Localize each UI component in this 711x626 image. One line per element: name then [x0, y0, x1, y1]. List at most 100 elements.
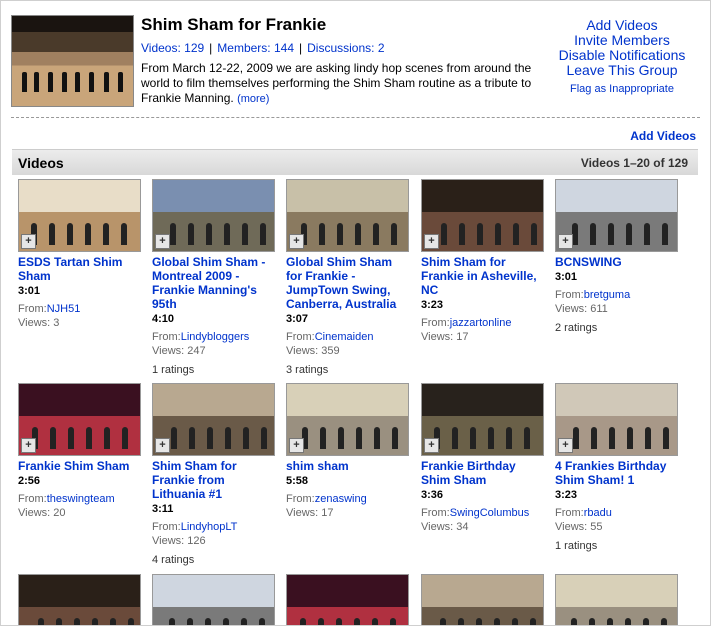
video-title-link[interactable]: Global Shim Sham for Frankie - JumpTown …	[286, 255, 410, 311]
uploader-link[interactable]: theswingteam	[47, 493, 115, 505]
discussions-count-link[interactable]: Discussions: 2	[307, 41, 384, 55]
add-to-quicklist-icon[interactable]: +	[424, 234, 439, 249]
video-thumbnail[interactable]: +	[555, 574, 678, 625]
video-thumbnail[interactable]: +	[152, 179, 275, 252]
video-thumbnail[interactable]: +	[555, 179, 678, 252]
video-duration: 3:01	[555, 271, 578, 283]
members-count-link[interactable]: Members: 144	[217, 41, 294, 55]
divider	[11, 117, 700, 118]
video-title-link[interactable]: Frankie Shim Sham	[18, 459, 142, 473]
video-uploader: From:theswingteam	[18, 492, 142, 506]
add-to-quicklist-icon[interactable]: +	[289, 438, 304, 453]
video-uploader: From:bretguma	[555, 288, 679, 302]
add-to-quicklist-icon[interactable]: +	[558, 234, 573, 249]
video-item: + ESDS Tartan Shim Sham 3:01 From:NJH51 View…	[18, 179, 142, 330]
uploader-link[interactable]: LindyhopLT	[181, 521, 238, 533]
videos-section-header: Videos Videos 1–20 of 129	[12, 149, 698, 175]
video-views: Views: 126	[152, 534, 276, 548]
video-item: +	[555, 574, 679, 625]
video-item: + Global Shim Sham - Montreal 2009 - Fran…	[152, 179, 276, 376]
video-item: +	[286, 574, 410, 625]
video-item: + shim sham 5:58 From:zenaswing Views: 17	[286, 383, 410, 520]
video-ratings: 4 ratings	[152, 554, 195, 566]
video-views: Views: 247	[152, 344, 276, 358]
views-label: Views:	[555, 303, 588, 315]
video-thumbnail[interactable]: +	[152, 383, 275, 456]
video-thumbnail[interactable]: +	[421, 383, 544, 456]
group-thumbnail[interactable]	[11, 15, 134, 107]
views-count: 359	[321, 345, 340, 357]
video-title-link[interactable]: shim sham	[286, 459, 410, 473]
video-uploader: From:jazzartonline	[421, 316, 545, 330]
video-thumbnail[interactable]: +	[152, 574, 275, 625]
views-count: 611	[590, 303, 608, 315]
uploader-link[interactable]: bretguma	[584, 289, 630, 301]
uploader-link[interactable]: jazzartonline	[450, 317, 512, 329]
video-thumbnail[interactable]: +	[555, 383, 678, 456]
from-label: From:	[555, 507, 584, 519]
invite-members-action[interactable]: Invite Members	[547, 33, 697, 48]
video-thumbnail[interactable]: +	[286, 179, 409, 252]
views-label: Views:	[286, 345, 319, 357]
video-title-link[interactable]: Shim Sham for Frankie in Asheville, NC	[421, 255, 545, 297]
video-thumbnail[interactable]: +	[18, 383, 141, 456]
add-videos-action[interactable]: Add Videos	[547, 18, 697, 33]
video-item: +	[18, 574, 142, 625]
video-thumbnail[interactable]: +	[18, 179, 141, 252]
uploader-link[interactable]: SwingColumbus	[450, 507, 529, 519]
views-count: 126	[187, 535, 206, 547]
views-label: Views:	[421, 331, 454, 343]
video-title-link[interactable]: BCNSWING	[555, 255, 679, 269]
from-label: From:	[286, 331, 315, 343]
video-thumbnail[interactable]: +	[286, 574, 409, 625]
from-label: From:	[18, 303, 47, 315]
uploader-link[interactable]: NJH51	[47, 303, 81, 315]
flag-inappropriate-link[interactable]: Flag as Inappropriate	[547, 83, 697, 95]
views-count: 17	[456, 331, 469, 343]
group-stats: Videos: 129 | Members: 144 | Discussions: 2	[141, 41, 385, 55]
disable-notifications-action[interactable]: Disable Notifications	[547, 48, 697, 63]
add-to-quicklist-icon[interactable]: +	[21, 234, 36, 249]
video-item: + BCNSWING 3:01 From:bretguma Views: 611 2 ra…	[555, 179, 679, 334]
add-to-quicklist-icon[interactable]: +	[424, 438, 439, 453]
from-label: From:	[421, 317, 450, 329]
from-label: From:	[152, 521, 181, 533]
uploader-link[interactable]: Lindybloggers	[181, 331, 250, 343]
video-title-link[interactable]: ESDS Tartan Shim Sham	[18, 255, 142, 283]
videos-count-link[interactable]: Videos: 129	[141, 41, 204, 55]
leave-group-action[interactable]: Leave This Group	[547, 63, 697, 78]
video-uploader: From:NJH51	[18, 302, 142, 316]
video-title-link[interactable]: Frankie Birthday Shim Sham	[421, 459, 545, 487]
video-uploader: From:SwingColumbus	[421, 506, 545, 520]
video-duration: 3:23	[421, 299, 444, 311]
uploader-link[interactable]: zenaswing	[315, 493, 367, 505]
video-duration: 3:11	[152, 503, 174, 515]
add-to-quicklist-icon[interactable]: +	[155, 234, 170, 249]
video-thumbnail[interactable]: +	[421, 574, 544, 625]
video-thumbnail[interactable]: +	[18, 574, 141, 625]
video-thumbnail[interactable]: +	[421, 179, 544, 252]
views-label: Views:	[18, 317, 51, 329]
uploader-link[interactable]: Cinemaiden	[315, 331, 374, 343]
video-item: + Shim Sham for Frankie from Lithuania #1…	[152, 383, 276, 566]
uploader-link[interactable]: rbadu	[584, 507, 612, 519]
add-to-quicklist-icon[interactable]: +	[289, 234, 304, 249]
video-title-link[interactable]: Shim Sham for Frankie from Lithuania #1	[152, 459, 276, 501]
video-thumbnail[interactable]: +	[286, 383, 409, 456]
add-to-quicklist-icon[interactable]: +	[558, 438, 573, 453]
views-count: 34	[456, 521, 469, 533]
video-duration: 3:36	[421, 489, 444, 501]
video-title-link[interactable]: 4 Frankies Birthday Shim Sham! 1	[555, 459, 679, 487]
video-item: + Global Shim Sham for Frankie - JumpTown…	[286, 179, 410, 376]
video-views: Views: 55	[555, 520, 679, 534]
views-label: Views:	[421, 521, 454, 533]
from-label: From:	[18, 493, 47, 505]
more-link[interactable]: (more)	[237, 93, 269, 105]
views-label: Views:	[18, 507, 51, 519]
add-videos-link[interactable]: Add Videos	[630, 129, 696, 143]
views-label: Views:	[152, 345, 185, 357]
video-views: Views: 20	[18, 506, 142, 520]
add-to-quicklist-icon[interactable]: +	[21, 438, 36, 453]
video-title-link[interactable]: Global Shim Sham - Montreal 2009 - Frank…	[152, 255, 276, 311]
add-to-quicklist-icon[interactable]: +	[155, 438, 170, 453]
